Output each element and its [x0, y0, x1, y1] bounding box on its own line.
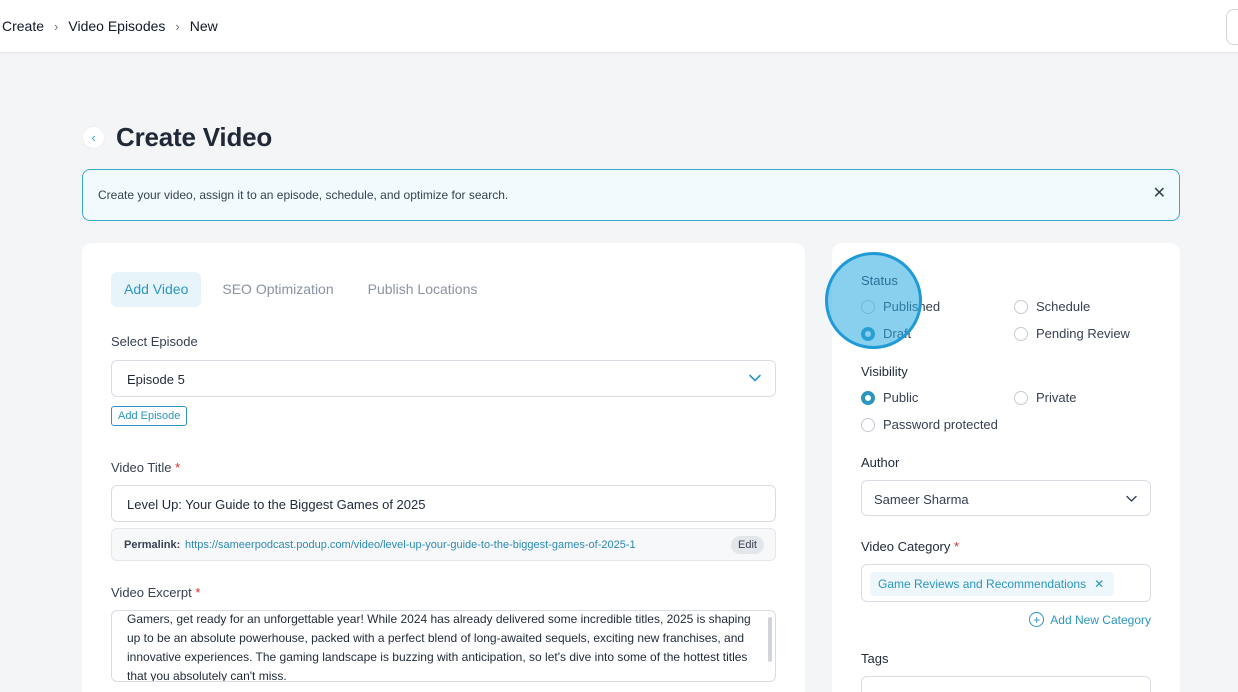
radio-circle [1014, 326, 1028, 341]
breadcrumb: Create › Video Episodes › New [2, 18, 218, 34]
textarea-scrollbar[interactable] [768, 617, 772, 662]
required-marker: * [954, 539, 960, 554]
video-excerpt-value: Gamers, get ready for an unforgettable y… [127, 612, 751, 682]
top-bar: Create › Video Episodes › New [0, 0, 1238, 53]
radio-circle [861, 299, 875, 314]
radio-label: Schedule [1036, 299, 1091, 314]
page-header: ‹ Create Video [82, 122, 272, 153]
info-banner: Create your video, assign it to an episo… [82, 169, 1180, 221]
episode-select[interactable]: Episode 5 [111, 360, 776, 397]
plus-circle-icon: + [1029, 612, 1045, 627]
tags-label: Tags [861, 651, 889, 666]
tags-input[interactable] [861, 676, 1151, 692]
info-banner-text: Create your video, assign it to an episo… [98, 188, 509, 202]
radio-label: Pending Review [1036, 326, 1130, 341]
tab-seo-optimization[interactable]: SEO Optimization [209, 272, 346, 307]
category-chip: Game Reviews and Recommendations ✕ [870, 572, 1115, 596]
video-category-input[interactable]: Game Reviews and Recommendations ✕ [861, 564, 1151, 602]
video-title-input[interactable]: Level Up: Your Guide to the Biggest Game… [111, 485, 776, 522]
breadcrumb-item-video-episodes[interactable]: Video Episodes [68, 18, 165, 34]
visibility-label: Visibility [861, 364, 908, 379]
publish-settings-card: Status Published Schedule Draft Pending … [832, 243, 1180, 692]
add-episode-button[interactable]: Add Episode [111, 406, 188, 426]
status-radio-pending-review[interactable]: Pending Review [1014, 326, 1130, 341]
visibility-radio-private[interactable]: Private [1014, 390, 1076, 405]
permalink-edit-button[interactable]: Edit [731, 536, 764, 554]
form-tabs: Add Video SEO Optimization Publish Locat… [111, 272, 498, 307]
episode-select-value: Episode 5 [127, 372, 185, 387]
tab-add-video[interactable]: Add Video [111, 272, 202, 307]
status-radio-published[interactable]: Published [861, 299, 940, 314]
tab-publish-locations[interactable]: Publish Locations [355, 272, 491, 307]
chevron-right-icon: › [175, 18, 180, 34]
status-radio-draft[interactable]: Draft [861, 326, 911, 341]
video-category-label-text: Video Category [861, 539, 951, 554]
add-new-category-button[interactable]: + Add New Category [1029, 612, 1151, 627]
video-form-card: Add Video SEO Optimization Publish Locat… [82, 243, 805, 692]
video-excerpt-label: Video Excerpt * [111, 585, 200, 600]
required-marker: * [195, 585, 201, 600]
chevron-left-icon: ‹ [91, 130, 96, 145]
close-icon[interactable]: ✕ [1153, 183, 1166, 203]
chevron-right-icon: › [54, 18, 59, 34]
remove-chip-icon[interactable]: ✕ [1094, 572, 1104, 596]
chevron-down-icon [1126, 495, 1137, 502]
breadcrumb-item-new: New [189, 18, 218, 34]
radio-label: Draft [883, 326, 912, 341]
permalink-bar: Permalink: https://sameerpodcast.podup.c… [111, 528, 776, 561]
page-title: Create Video [116, 122, 273, 152]
visibility-radio-password-protected[interactable]: Password protected [861, 417, 998, 432]
permalink-link[interactable]: https://sameerpodcast.podup.com/video/le… [185, 539, 636, 551]
header-action-button[interactable] [1226, 9, 1238, 45]
author-select-value: Sameer Sharma [874, 492, 969, 507]
select-episode-label: Select Episode [111, 334, 198, 349]
visibility-radio-public[interactable]: Public [861, 390, 918, 405]
add-new-category-label: Add New Category [1050, 612, 1151, 627]
category-chip-label: Game Reviews and Recommendations [878, 577, 1087, 591]
video-excerpt-textarea[interactable]: Gamers, get ready for an unforgettable y… [111, 610, 776, 682]
video-title-label: Video Title * [111, 460, 180, 475]
radio-label: Private [1036, 390, 1077, 405]
author-select[interactable]: Sameer Sharma [861, 480, 1151, 516]
status-radio-schedule[interactable]: Schedule [1014, 299, 1090, 314]
breadcrumb-item-create[interactable]: Create [2, 18, 44, 34]
radio-circle [1014, 390, 1028, 405]
permalink-label: Permalink: [124, 539, 181, 551]
chevron-down-icon [749, 374, 761, 382]
radio-circle [1014, 299, 1028, 314]
status-label: Status [861, 273, 898, 288]
video-title-label-text: Video Title [111, 460, 172, 475]
radio-label: Password protected [883, 417, 998, 432]
radio-circle [861, 417, 875, 432]
radio-circle-selected [861, 326, 875, 341]
video-excerpt-label-text: Video Excerpt [111, 585, 192, 600]
author-label: Author [861, 455, 900, 470]
back-button[interactable]: ‹ [82, 126, 105, 149]
radio-label: Published [883, 299, 941, 314]
required-marker: * [175, 460, 181, 475]
radio-label: Public [883, 390, 919, 405]
video-category-label: Video Category * [861, 539, 959, 554]
video-title-value: Level Up: Your Guide to the Biggest Game… [127, 497, 426, 512]
radio-circle-selected [861, 390, 875, 405]
